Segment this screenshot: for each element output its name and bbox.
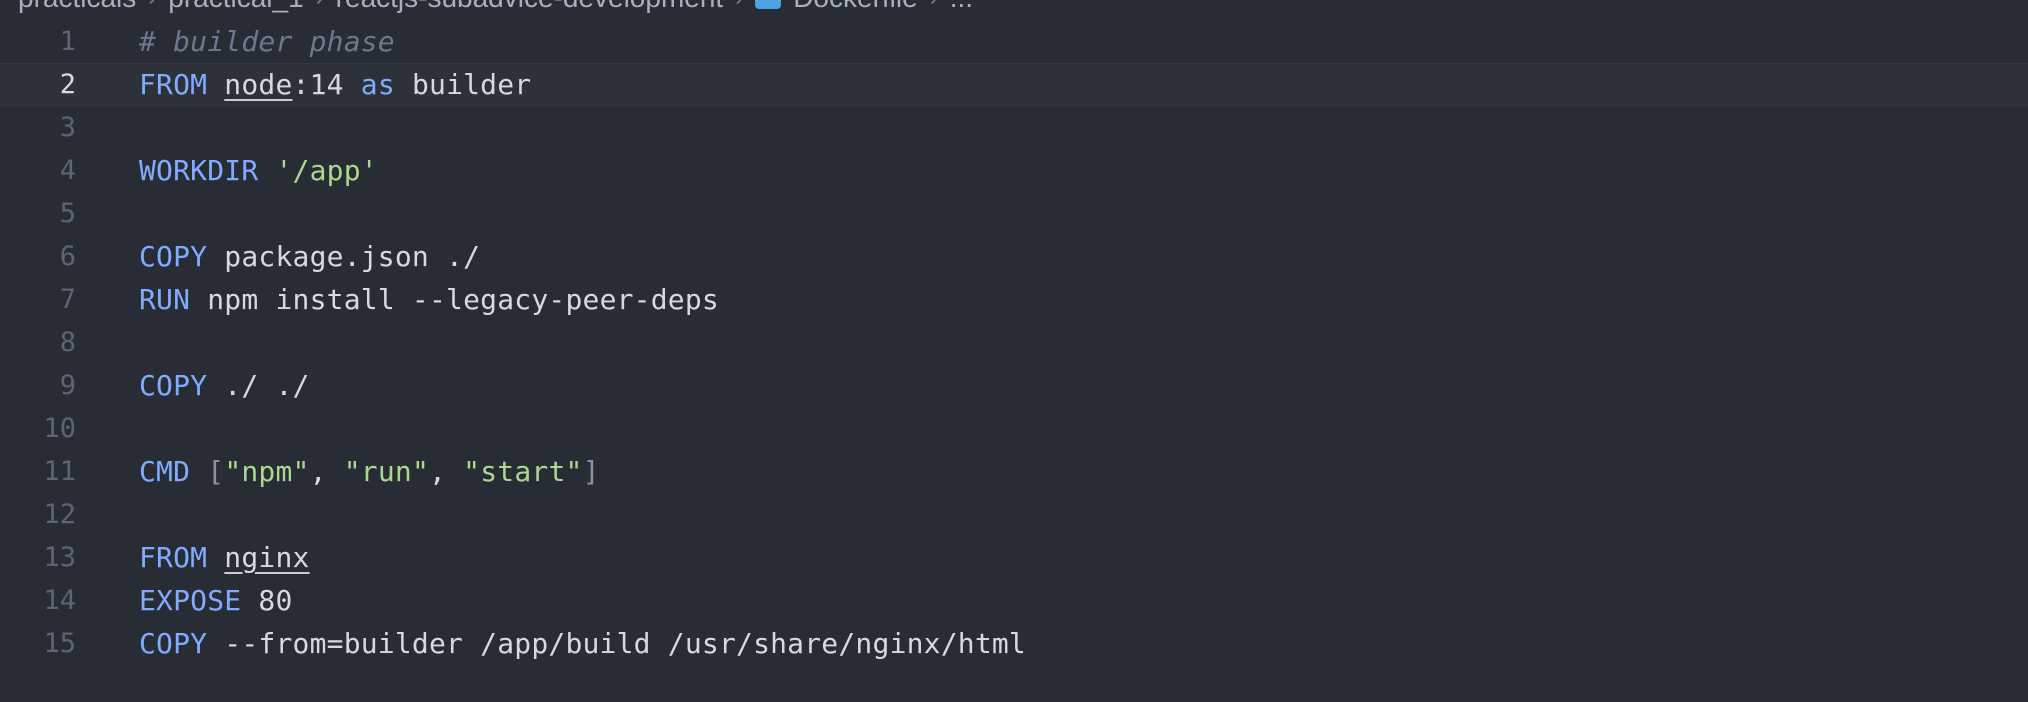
code-line-9[interactable]: 9 COPY ./ ./ xyxy=(0,364,2028,407)
breadcrumb-item-project[interactable]: reactjs-subadvice-development xyxy=(336,0,724,14)
string: "start" xyxy=(463,455,583,488)
code-line-1[interactable]: 1 # builder phase xyxy=(0,20,2028,63)
keyword: WORKDIR xyxy=(139,154,259,187)
bracket: ] xyxy=(582,455,600,488)
keyword: CMD xyxy=(139,455,191,488)
code-fragment: npm install --legacy-peer-deps xyxy=(190,283,719,316)
breadcrumb-item-dockerfile[interactable]: Dockerfile xyxy=(793,0,917,14)
line-number: 4 xyxy=(59,155,76,186)
code-line-3[interactable]: 3 xyxy=(0,106,2028,149)
chevron-right-icon: › xyxy=(930,0,938,12)
code-text: # builder phase xyxy=(139,25,395,58)
line-number: 15 xyxy=(43,628,76,659)
code-text: WORKDIR '/app' xyxy=(139,154,378,187)
code-fragment: ./ ./ xyxy=(207,369,310,402)
breadcrumb-item-practicals[interactable]: practicals xyxy=(18,0,136,14)
image-name[interactable]: node xyxy=(224,68,292,101)
string: "npm" xyxy=(224,455,310,488)
code-text: RUN npm install --legacy-peer-deps xyxy=(139,283,719,316)
docker-icon xyxy=(755,0,782,9)
code-text: COPY ./ ./ xyxy=(139,369,310,402)
separator: , xyxy=(309,455,344,488)
line-number: 5 xyxy=(59,198,76,229)
keyword: as xyxy=(360,68,395,101)
line-number: 6 xyxy=(59,241,76,272)
string: '/app' xyxy=(275,154,378,187)
code-line-11[interactable]: 11 CMD ["npm", "run", "start"] xyxy=(0,450,2028,493)
code-text: CMD ["npm", "run", "start"] xyxy=(139,455,600,488)
line-number: 8 xyxy=(59,327,76,358)
keyword: COPY xyxy=(139,627,208,660)
code-editor[interactable]: 1 # builder phase 2 FROM node:14 as buil… xyxy=(0,20,2028,702)
code-text: FROM node:14 as builder xyxy=(139,68,531,101)
chevron-right-icon: › xyxy=(735,0,743,12)
line-number: 14 xyxy=(43,585,76,616)
line-number: 7 xyxy=(59,284,76,315)
code-text: FROM nginx xyxy=(139,541,310,574)
code-fragment: :14 xyxy=(292,68,361,101)
keyword: COPY xyxy=(139,240,208,273)
keyword: FROM xyxy=(139,68,208,101)
code-fragment: --from=builder /app/build /usr/share/ngi… xyxy=(207,627,1026,660)
code-line-14[interactable]: 14 EXPOSE 80 xyxy=(0,579,2028,622)
code-text: COPY package.json ./ xyxy=(139,240,480,273)
code-line-8[interactable]: 8 xyxy=(0,321,2028,364)
code-line-12[interactable]: 12 xyxy=(0,493,2028,536)
line-number: 11 xyxy=(43,456,76,487)
keyword: COPY xyxy=(139,369,208,402)
comment: # builder phase xyxy=(139,25,395,58)
code-line-2[interactable]: 2 FROM node:14 as builder xyxy=(0,63,2028,106)
code-fragment: package.json ./ xyxy=(207,240,481,273)
breadcrumb-item-practical-1[interactable]: practical_1 xyxy=(168,0,303,14)
chevron-right-icon: › xyxy=(148,0,156,12)
breadcrumb: practicals › practical_1 › reactjs-subad… xyxy=(18,0,973,13)
line-number: 12 xyxy=(43,499,76,530)
keyword: FROM xyxy=(139,541,208,574)
keyword: RUN xyxy=(139,283,191,316)
line-number: 10 xyxy=(43,413,76,444)
code-line-7[interactable]: 7 RUN npm install --legacy-peer-deps xyxy=(0,278,2028,321)
chevron-right-icon: › xyxy=(316,0,324,12)
code-text: COPY --from=builder /app/build /usr/shar… xyxy=(139,627,1026,660)
code-text: EXPOSE 80 xyxy=(139,584,293,617)
breadcrumb-item-more[interactable]: ... xyxy=(950,0,973,14)
image-name[interactable]: nginx xyxy=(224,541,309,574)
code-line-6[interactable]: 6 COPY package.json ./ xyxy=(0,235,2028,278)
line-number: 2 xyxy=(59,69,76,100)
line-number: 9 xyxy=(59,370,76,401)
bracket: [ xyxy=(207,455,225,488)
code-line-4[interactable]: 4 WORKDIR '/app' xyxy=(0,149,2028,192)
code-fragment: 80 xyxy=(241,584,293,617)
code-fragment: builder xyxy=(394,68,532,101)
code-line-5[interactable]: 5 xyxy=(0,192,2028,235)
line-number: 3 xyxy=(59,112,76,143)
code-line-13[interactable]: 13 FROM nginx xyxy=(0,536,2028,579)
separator: , xyxy=(429,455,464,488)
keyword: EXPOSE xyxy=(139,584,242,617)
line-number: 13 xyxy=(43,542,76,573)
code-line-10[interactable]: 10 xyxy=(0,407,2028,450)
string: "run" xyxy=(343,455,430,488)
code-line-15[interactable]: 15 COPY --from=builder /app/build /usr/s… xyxy=(0,622,2028,665)
line-number: 1 xyxy=(59,26,76,57)
